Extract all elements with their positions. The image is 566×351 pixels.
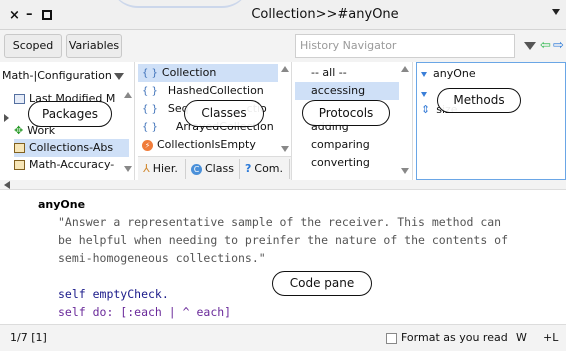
package-icon bbox=[14, 160, 25, 170]
history-navigator[interactable]: History Navigator bbox=[295, 34, 515, 58]
code-statement: self emptyCheck. bbox=[58, 287, 169, 301]
wrap-toggle[interactable]: W bbox=[516, 325, 527, 351]
code-comment-line: "Answer a representative sample of the r… bbox=[58, 215, 502, 229]
comment-button[interactable]: ? Com. bbox=[242, 159, 290, 179]
scroll-down-icon[interactable] bbox=[281, 146, 289, 152]
annotation-packages: Packages bbox=[28, 101, 112, 127]
chevron-down-icon[interactable] bbox=[114, 73, 124, 80]
toolbar: Scoped Variables History Navigator ⇦ ⇨ bbox=[0, 30, 566, 62]
up-down-marker-icon: ⇕ bbox=[421, 103, 431, 116]
code-pane[interactable]: anyOne "Answer a representative sample o… bbox=[0, 190, 566, 324]
protocol-item[interactable]: comparing bbox=[295, 136, 399, 154]
exception-icon: ⚡ bbox=[142, 139, 153, 151]
class-brace-icon: { } bbox=[142, 122, 158, 133]
code-comment-line: semi-homogeneous collections." bbox=[58, 251, 266, 265]
class-brace-icon: { } bbox=[142, 86, 158, 97]
horizontal-scrollbar[interactable] bbox=[0, 180, 566, 190]
class-icon: C bbox=[191, 164, 202, 175]
format-checkbox[interactable] bbox=[386, 333, 397, 344]
format-label[interactable]: Format as you read bbox=[401, 325, 508, 351]
code-comment-line: be helpful when needing to preinfer the … bbox=[58, 233, 509, 247]
class-side-button[interactable]: C Class bbox=[188, 159, 240, 179]
cursor-position: 1/7 [1] bbox=[10, 331, 47, 344]
status-bar: 1/7 [1] Format as you read W +L bbox=[0, 324, 566, 351]
annotation-code-pane: Code pane bbox=[272, 271, 372, 296]
scroll-left-icon[interactable] bbox=[4, 181, 10, 189]
package-item[interactable]: Math-Accuracy- bbox=[14, 156, 129, 174]
scroll-up-icon[interactable] bbox=[281, 66, 289, 72]
scoped-button[interactable]: Scoped bbox=[4, 34, 62, 58]
question-icon: ? bbox=[245, 162, 252, 175]
title-bar: × – Collection>>#anyOne bbox=[0, 0, 566, 30]
package-filter-combo[interactable]: Math-|Configuration bbox=[0, 66, 130, 86]
hierarchy-button[interactable]: ⅄ Hier. bbox=[140, 159, 186, 179]
hierarchy-icon: ⅄ bbox=[143, 162, 150, 175]
code-statement: self do: [:each | ^ each] bbox=[58, 305, 232, 319]
class-item[interactable]: { } HashedCollection bbox=[138, 82, 278, 100]
package-filter-value: Math-|Configuration bbox=[2, 69, 112, 82]
package-icon bbox=[14, 94, 25, 104]
back-arrow-icon[interactable]: ⇦ bbox=[540, 38, 551, 53]
class-brace-icon: { } bbox=[142, 104, 158, 115]
override-marker-icon bbox=[421, 71, 427, 77]
work-icon: ✥ bbox=[14, 124, 24, 137]
history-dropdown-icon[interactable] bbox=[524, 42, 536, 50]
variables-button[interactable]: Variables bbox=[66, 34, 122, 58]
class-brace-icon: { } bbox=[142, 68, 158, 79]
forward-arrow-icon[interactable]: ⇨ bbox=[553, 38, 564, 53]
close-icon[interactable]: × bbox=[9, 8, 20, 23]
window-menu-icon[interactable] bbox=[552, 9, 560, 15]
annotation-classes: Classes bbox=[184, 100, 264, 127]
window-title: Collection>>#anyOne bbox=[251, 7, 399, 22]
line-numbers-toggle[interactable]: +L bbox=[543, 325, 558, 351]
method-selector: anyOne bbox=[38, 198, 86, 211]
method-item[interactable]: anyOne bbox=[421, 65, 561, 83]
class-item-selected[interactable]: { } Collection bbox=[138, 64, 278, 82]
methods-pane[interactable]: anyOne ⇕size bbox=[416, 62, 566, 180]
expand-arrow-icon[interactable] bbox=[4, 114, 9, 122]
minimize-icon[interactable]: – bbox=[26, 7, 33, 22]
maximize-icon[interactable] bbox=[42, 10, 52, 20]
scroll-up-icon[interactable] bbox=[124, 92, 132, 98]
class-toolbar: ⅄ Hier. C Class ? Com. bbox=[138, 156, 291, 180]
scroll-down-icon[interactable] bbox=[401, 168, 409, 174]
package-item-selected[interactable]: Collections-Abs bbox=[14, 139, 129, 157]
scroll-down-icon[interactable] bbox=[124, 166, 132, 172]
class-item[interactable]: ⚡ CollectionIsEmpty bbox=[138, 136, 278, 154]
annotation-methods: Methods bbox=[437, 88, 521, 113]
protocol-item-selected[interactable]: accessing bbox=[295, 82, 399, 100]
scroll-up-icon[interactable] bbox=[401, 66, 409, 72]
protocol-item[interactable]: converting bbox=[295, 154, 399, 172]
protocol-item[interactable]: -- all -- bbox=[295, 64, 399, 82]
package-icon bbox=[14, 143, 25, 153]
annotation-protocols: Protocols bbox=[302, 100, 390, 126]
override-marker-icon bbox=[421, 91, 427, 97]
